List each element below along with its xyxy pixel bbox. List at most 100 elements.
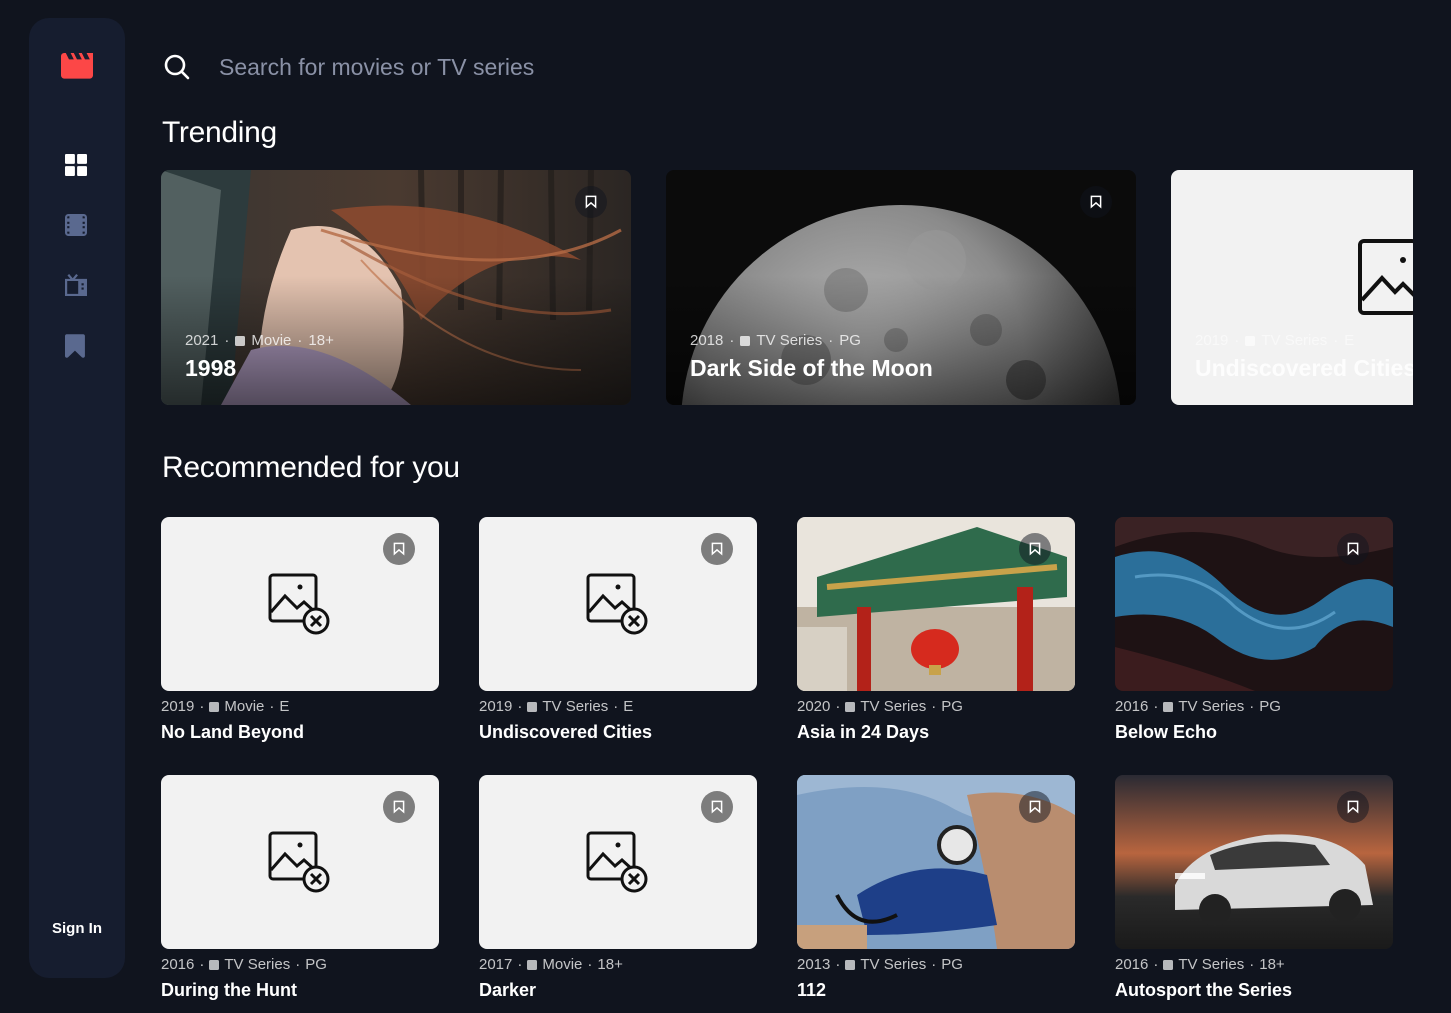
- recommended-card[interactable]: [479, 775, 757, 949]
- bookmark-toggle-button[interactable]: [1019, 791, 1051, 823]
- trending-card[interactable]: 2018 · TV Series · PG Dark Side of the Moo…: [666, 170, 1136, 405]
- tv-icon: [1163, 701, 1174, 712]
- tv-icon: [209, 959, 220, 970]
- broken-image-icon: [268, 831, 330, 893]
- card-category: TV Series: [1261, 332, 1328, 349]
- card-year: 2020: [797, 698, 831, 715]
- recommended-card[interactable]: [1115, 775, 1393, 949]
- card-category: TV Series: [1178, 698, 1245, 715]
- bookmark-empty-icon: [711, 800, 723, 814]
- card-rating: E: [1344, 332, 1355, 349]
- card-title: No Land Beyond: [161, 722, 304, 742]
- bookmark-toggle-button[interactable]: [1080, 186, 1112, 218]
- nav-home-grid-icon[interactable]: [65, 154, 89, 178]
- card-category: TV Series: [860, 698, 927, 715]
- bookmark-toggle-button[interactable]: [1337, 791, 1369, 823]
- recommended-card-meta: 2019 · Movie · E: [161, 698, 290, 715]
- card-title: During the Hunt: [161, 980, 297, 1000]
- nav-tv-series-tv-icon[interactable]: [65, 274, 89, 298]
- card-year: 2016: [1115, 698, 1149, 715]
- broken-image-icon: [586, 573, 648, 635]
- card-category: TV Series: [756, 332, 823, 349]
- bookmark-empty-icon: [585, 195, 597, 209]
- card-rating: PG: [839, 332, 861, 349]
- tv-icon: [527, 701, 538, 712]
- search-icon: [163, 53, 191, 81]
- bookmark-empty-icon: [393, 542, 405, 556]
- card-rating: 18+: [308, 332, 334, 349]
- card-category: TV Series: [860, 956, 927, 973]
- tv-icon: [740, 335, 751, 346]
- recommended-card[interactable]: [161, 775, 439, 949]
- recommended-card[interactable]: [161, 517, 439, 691]
- card-title: Dark Side of the Moon: [690, 355, 933, 381]
- card-year: 2019: [1195, 332, 1229, 349]
- card-category: Movie: [251, 332, 292, 349]
- trending-card-meta: 2021 · Movie · 18+: [185, 332, 334, 349]
- bookmark-toggle-button[interactable]: [575, 186, 607, 218]
- trending-card[interactable]: 2019 · TV Series · E Undiscovered Cities: [1171, 170, 1413, 405]
- card-year: 2016: [1115, 956, 1149, 973]
- recommended-card[interactable]: [479, 517, 757, 691]
- bookmark-empty-icon: [1029, 542, 1041, 556]
- card-category: Movie: [224, 698, 265, 715]
- bookmark-empty-icon: [1347, 800, 1359, 814]
- bookmark-empty-icon: [393, 800, 405, 814]
- card-year: 2019: [161, 698, 195, 715]
- recommended-heading: Recommended for you: [162, 451, 460, 484]
- card-rating: 18+: [1259, 956, 1285, 973]
- film-strip-icon: [527, 959, 538, 970]
- sidebar: Sign In: [29, 18, 125, 978]
- card-title: Below Echo: [1115, 722, 1218, 742]
- card-rating: E: [623, 698, 634, 715]
- bookmark-toggle-button[interactable]: [701, 533, 733, 565]
- trending-carousel: 2021 · Movie · 18+ 1998 2018 · TV Series…: [161, 170, 1413, 405]
- card-title: 1998: [185, 355, 237, 381]
- card-year: 2013: [797, 956, 831, 973]
- recommended-card-meta: 2017 · Movie · 18+: [479, 956, 623, 973]
- trending-card-meta: 2019 · TV Series · E: [1195, 332, 1355, 349]
- card-year: 2018: [690, 332, 724, 349]
- broken-image-icon: [1358, 239, 1413, 315]
- tv-icon: [1163, 959, 1174, 970]
- sign-in-link[interactable]: Sign In: [29, 920, 125, 937]
- card-title: Undiscovered Cities: [1195, 355, 1413, 381]
- card-category: TV Series: [542, 698, 609, 715]
- recommended-card-meta: 2016 · TV Series · 18+: [1115, 956, 1285, 973]
- bookmark-toggle-button[interactable]: [1019, 533, 1051, 565]
- recommended-card-meta: 2019 · TV Series · E: [479, 698, 634, 715]
- bookmark-toggle-button[interactable]: [383, 791, 415, 823]
- card-title: Autosport the Series: [1115, 980, 1293, 1000]
- tv-icon: [1245, 335, 1256, 346]
- recommended-card-meta: 2013 · TV Series · PG: [797, 956, 963, 973]
- bookmark-empty-icon: [1090, 195, 1102, 209]
- card-title: Undiscovered Cities: [479, 722, 653, 742]
- nav-movies-film-strip-icon[interactable]: [65, 214, 89, 238]
- broken-image-icon: [586, 831, 648, 893]
- bookmark-toggle-button[interactable]: [383, 533, 415, 565]
- card-title: Asia in 24 Days: [797, 722, 930, 742]
- bookmark-toggle-button[interactable]: [701, 791, 733, 823]
- recommended-card[interactable]: [797, 775, 1075, 949]
- card-category: Movie: [542, 956, 583, 973]
- search-input[interactable]: [219, 50, 919, 84]
- bookmark-toggle-button[interactable]: [1337, 533, 1369, 565]
- bookmark-empty-icon: [1347, 542, 1359, 556]
- card-rating: 18+: [597, 956, 623, 973]
- film-clapper-icon[interactable]: [61, 53, 93, 79]
- recommended-card[interactable]: [797, 517, 1075, 691]
- tv-icon: [845, 959, 856, 970]
- film-strip-icon: [235, 335, 246, 346]
- card-rating: PG: [1259, 698, 1281, 715]
- card-year: 2021: [185, 332, 219, 349]
- recommended-card[interactable]: [1115, 517, 1393, 691]
- card-title: Darker: [479, 980, 537, 1000]
- bookmark-empty-icon: [1029, 800, 1041, 814]
- card-title: 112: [797, 980, 827, 1000]
- nav-bookmarks-bookmark-icon[interactable]: [64, 334, 89, 358]
- recommended-card-meta: 2016 · TV Series · PG: [1115, 698, 1281, 715]
- trending-card[interactable]: 2021 · Movie · 18+ 1998: [161, 170, 631, 405]
- trending-heading: Trending: [162, 116, 277, 149]
- card-rating: PG: [941, 956, 963, 973]
- film-strip-icon: [209, 701, 220, 712]
